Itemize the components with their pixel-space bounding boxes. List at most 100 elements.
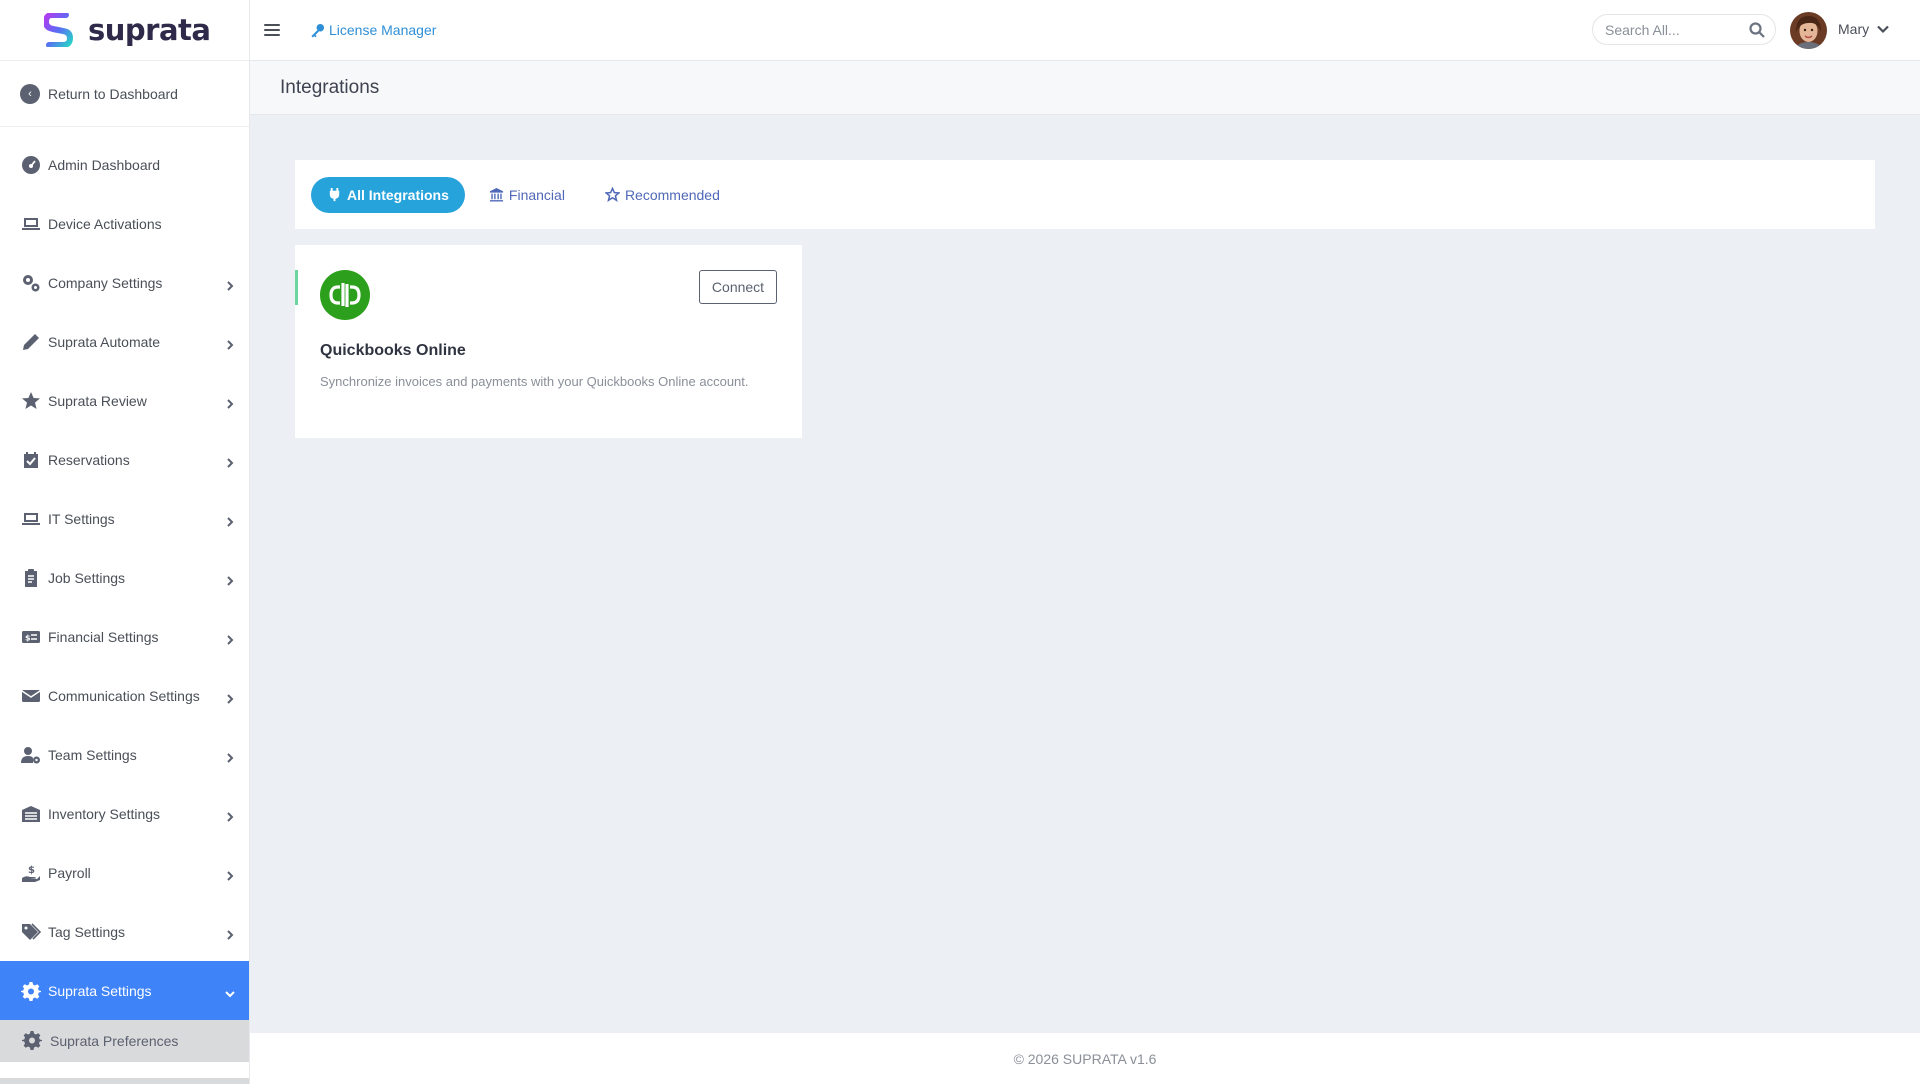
- card-accent-bar: [295, 270, 298, 305]
- tags-icon: [20, 921, 42, 943]
- chevron-down-icon: [225, 986, 235, 997]
- sidebar-scroll-edge: [0, 1078, 249, 1084]
- sidebar-item-communication-settings[interactable]: Communication Settings: [0, 666, 249, 725]
- sidebar-item-admin-dashboard[interactable]: Admin Dashboard: [0, 135, 249, 194]
- sidebar-item-label: Suprata Automate: [48, 333, 161, 350]
- sidebar-item-suprata-automate[interactable]: Suprata Automate: [0, 312, 249, 371]
- chevron-right-icon: [225, 868, 235, 881]
- chevron-right-icon: [225, 750, 235, 763]
- warehouse-icon: [20, 803, 42, 825]
- return-label: Return to Dashboard: [48, 85, 178, 102]
- sidebar-item-job-settings[interactable]: Job Settings: [0, 548, 249, 607]
- chevron-right-icon: [225, 337, 235, 350]
- plug-icon: [329, 187, 340, 202]
- copyright-text: © 2026 SUPRATA v1.6: [1013, 1050, 1157, 1067]
- sidebar-item-label: Device Activations: [48, 215, 162, 232]
- chevron-right-icon: [225, 691, 235, 704]
- chevron-right-icon: [225, 455, 235, 468]
- sidebar-item-payroll[interactable]: $ Payroll: [0, 843, 249, 902]
- license-manager-link[interactable]: License Manager: [310, 22, 436, 38]
- sidebar-item-label: IT Settings: [48, 510, 115, 527]
- chevron-right-icon: [225, 632, 235, 645]
- integration-card-quickbooks: Connect Quickbooks Online Synchronize in…: [295, 245, 802, 438]
- key-icon: [311, 23, 325, 38]
- global-search[interactable]: [1592, 14, 1776, 45]
- tab-label: All Integrations: [347, 186, 449, 203]
- tab-financial[interactable]: Financial: [473, 177, 581, 213]
- star-outline-icon: [604, 187, 620, 202]
- user-name[interactable]: Mary: [1838, 21, 1869, 37]
- integration-description: Synchronize invoices and payments with y…: [320, 374, 749, 389]
- sidebar-subitem-label: Suprata Preferences: [50, 1033, 179, 1049]
- avatar[interactable]: [1790, 12, 1827, 49]
- chevron-right-icon: [225, 809, 235, 822]
- sidebar-item-reservations[interactable]: Reservations: [0, 430, 249, 489]
- license-manager-label: License Manager: [329, 22, 437, 38]
- chevron-right-icon: [225, 927, 235, 940]
- sidebar-item-company-settings[interactable]: Company Settings: [0, 253, 249, 312]
- sidebar-item-label: Team Settings: [48, 746, 137, 763]
- sidebar-item-label: Inventory Settings: [48, 805, 161, 822]
- hand-dollar-icon: $: [20, 862, 42, 884]
- page-title: Integrations: [280, 76, 380, 98]
- chevron-right-icon: [225, 573, 235, 586]
- gear-icon: [20, 980, 42, 1002]
- sidebar-item-tag-settings[interactable]: Tag Settings: [0, 902, 249, 961]
- quickbooks-logo-icon: [320, 270, 370, 320]
- brand-name: suprata: [88, 13, 211, 47]
- star-icon: [20, 390, 42, 412]
- sidebar-item-label: Communication Settings: [48, 687, 200, 704]
- clipboard-icon: [20, 567, 42, 589]
- bank-icon: [489, 187, 503, 202]
- connect-button[interactable]: Connect: [699, 270, 777, 304]
- chevron-right-icon: [225, 278, 235, 291]
- sidebar-item-suprata-review[interactable]: Suprata Review: [0, 371, 249, 430]
- sidebar-item-label: Payroll: [48, 864, 91, 881]
- search-icon[interactable]: [1749, 22, 1765, 38]
- svg-text:$: $: [25, 633, 31, 642]
- sidebar-item-device-activations[interactable]: Device Activations: [0, 194, 249, 253]
- page-title-bar: Integrations: [250, 61, 1920, 115]
- sidebar-nav: Admin Dashboard Device Activations Compa…: [0, 127, 249, 1062]
- sidebar: suprata ‹ Return to Dashboard Admin Dash…: [0, 0, 250, 1084]
- sidebar-item-label: Admin Dashboard: [48, 156, 161, 173]
- tab-all-integrations[interactable]: All Integrations: [311, 176, 465, 213]
- sidebar-item-inventory-settings[interactable]: Inventory Settings: [0, 784, 249, 843]
- sidebar-item-it-settings[interactable]: IT Settings: [0, 489, 249, 548]
- sidebar-item-label: Suprata Review: [48, 392, 147, 409]
- sidebar-subitem-suprata-preferences[interactable]: Suprata Preferences: [0, 1020, 249, 1062]
- calendar-check-icon: [20, 449, 42, 471]
- sidebar-item-label: Job Settings: [48, 569, 126, 586]
- chevron-down-icon[interactable]: [1876, 22, 1890, 36]
- sidebar-item-team-settings[interactable]: Team Settings: [0, 725, 249, 784]
- user-gear-icon: [20, 744, 42, 766]
- pencil-icon: [20, 331, 42, 353]
- chevron-left-circle-icon: ‹: [20, 83, 40, 104]
- search-input[interactable]: [1605, 21, 1745, 38]
- menu-toggle-icon[interactable]: [264, 24, 280, 36]
- sidebar-item-suprata-settings[interactable]: Suprata Settings: [0, 961, 249, 1020]
- sidebar-item-label: Company Settings: [48, 274, 163, 291]
- envelope-icon: [20, 685, 42, 707]
- footer: © 2026 SUPRATA v1.6: [250, 1033, 1920, 1084]
- return-to-dashboard-link[interactable]: ‹ Return to Dashboard: [0, 61, 249, 127]
- sidebar-item-label: Reservations: [48, 451, 130, 468]
- tab-label: Recommended: [624, 186, 720, 203]
- tab-label: Financial: [508, 186, 565, 203]
- suprata-logo-icon: [44, 13, 74, 47]
- brand-logo[interactable]: suprata: [0, 0, 249, 61]
- integration-filter-tabs: All Integrations Financial Recommended: [295, 160, 1875, 229]
- svg-text:$: $: [28, 865, 35, 876]
- chevron-right-icon: [225, 396, 235, 409]
- gear-icon: [22, 1030, 50, 1053]
- chevron-right-icon: [225, 514, 235, 527]
- money-card-icon: $: [20, 626, 42, 648]
- gears-icon: [20, 272, 42, 294]
- laptop-icon: [20, 213, 42, 235]
- tab-recommended[interactable]: Recommended: [589, 177, 736, 213]
- sidebar-item-financial-settings[interactable]: $ Financial Settings: [0, 607, 249, 666]
- sidebar-item-label: Tag Settings: [48, 923, 126, 940]
- top-bar: License Manager Mary: [250, 0, 1920, 61]
- sidebar-item-label: Financial Settings: [48, 628, 159, 645]
- sidebar-item-label: Suprata Settings: [48, 982, 152, 999]
